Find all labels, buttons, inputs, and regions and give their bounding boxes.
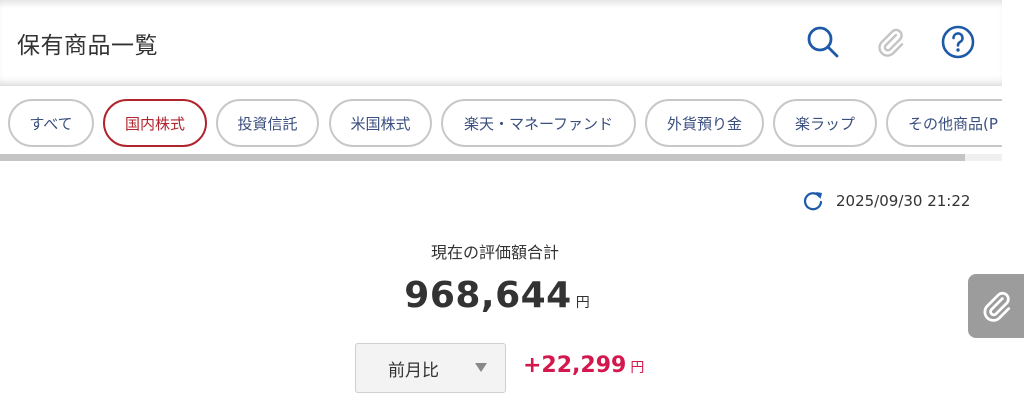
last-updated: 2025/09/30 21:22 (802, 189, 970, 213)
tabs-scroll-thumb[interactable] (0, 154, 965, 161)
app-header: 保有商品一覧 (0, 0, 1002, 86)
tab-investment-trusts[interactable]: 投資信託 (216, 99, 319, 147)
page-title: 保有商品一覧 (17, 33, 158, 59)
valuation-change-value: +22,299 (523, 353, 627, 378)
tab-all[interactable]: すべて (8, 99, 94, 147)
search-button[interactable] (803, 22, 843, 62)
tab-foreign-currency-deposit[interactable]: 外貨預り金 (645, 99, 764, 147)
floating-attachment-button[interactable] (968, 274, 1024, 338)
total-valuation-value: 968,644 (404, 275, 572, 316)
total-valuation-label: 現在の評価額合計 (430, 243, 559, 262)
dropdown-caret-icon (475, 363, 487, 372)
comparison-period-select[interactable]: 前月比 (355, 343, 506, 393)
valuation-change-unit: 円 (630, 360, 645, 376)
total-valuation: 968,644 円 (0, 275, 994, 316)
product-category-tabs: すべて 国内株式 投資信託 米国株式 楽天・マネーファンド 外貨預り金 楽ラップ… (0, 88, 1002, 154)
help-icon (941, 25, 975, 59)
total-valuation-unit: 円 (575, 295, 590, 311)
tab-money-fund[interactable]: 楽天・マネーファンド (441, 99, 636, 147)
tab-other-products[interactable]: その他商品(P (886, 99, 1002, 147)
comparison-period-label: 前月比 (388, 360, 439, 381)
tab-us-stocks[interactable]: 米国株式 (329, 99, 432, 147)
tab-domestic-stocks[interactable]: 国内株式 (103, 99, 207, 147)
paperclip-icon (983, 291, 1011, 322)
help-button[interactable] (938, 22, 978, 62)
search-icon (807, 26, 839, 58)
refresh-icon[interactable] (802, 190, 824, 212)
attachment-button[interactable] (870, 22, 910, 62)
tab-rakuwrap[interactable]: 楽ラップ (773, 99, 877, 147)
updated-timestamp: 2025/09/30 21:22 (836, 192, 971, 210)
valuation-change: +22,299 円 (523, 353, 644, 378)
paperclip-icon (878, 28, 904, 57)
